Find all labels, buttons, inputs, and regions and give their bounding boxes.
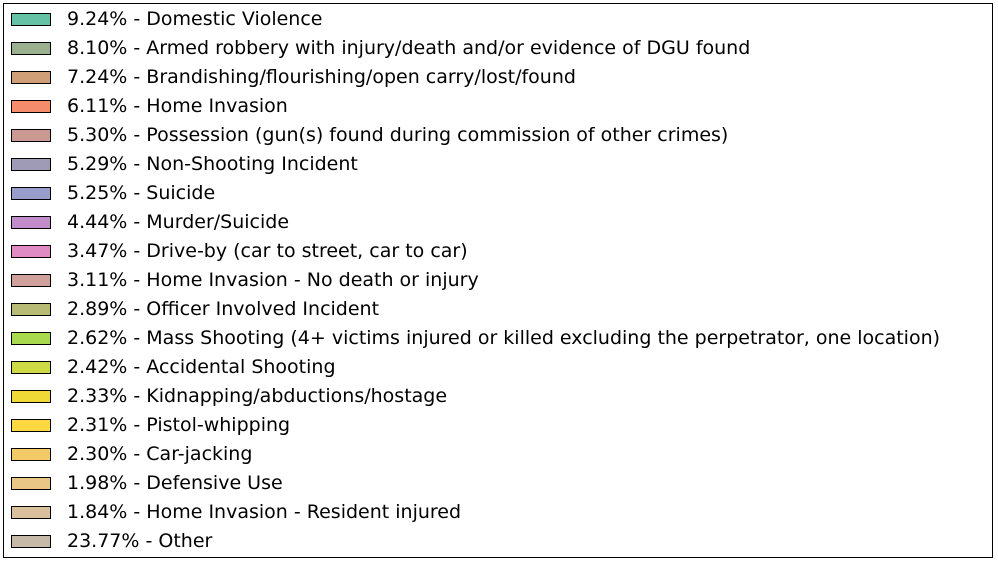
legend-entry: 2.89% - Officer Involved Incident xyxy=(4,295,990,324)
legend-label: 2.31% - Pistol-whipping xyxy=(67,414,291,436)
legend-swatch xyxy=(11,187,51,200)
legend-entry: 3.11% - Home Invasion - No death or inju… xyxy=(4,266,990,295)
legend-entry: 2.62% - Mass Shooting (4+ victims injure… xyxy=(4,324,990,353)
legend-swatch xyxy=(11,506,51,519)
legend-label: 4.44% - Murder/Suicide xyxy=(67,211,290,233)
legend-swatch xyxy=(11,42,51,55)
legend-label: 3.47% - Drive-by (car to street, car to … xyxy=(67,240,468,262)
legend-entry: 2.30% - Car-jacking xyxy=(4,440,990,469)
legend-swatch xyxy=(11,448,51,461)
legend-swatch xyxy=(11,129,51,142)
legend-swatch xyxy=(11,419,51,432)
legend-swatch xyxy=(11,216,51,229)
legend-entry: 3.47% - Drive-by (car to street, car to … xyxy=(4,237,990,266)
legend-label: 5.29% - Non-Shooting Incident xyxy=(67,153,358,175)
legend-entry: 7.24% - Brandishing/flourishing/open car… xyxy=(4,63,990,92)
legend-swatch xyxy=(11,245,51,258)
legend-label: 5.25% - Suicide xyxy=(67,182,216,204)
legend-label: 2.62% - Mass Shooting (4+ victims injure… xyxy=(67,327,941,349)
legend-label: 8.10% - Armed robbery with injury/death … xyxy=(67,37,751,59)
legend-label: 23.77% - Other xyxy=(67,530,213,552)
legend-swatch xyxy=(11,71,51,84)
legend-swatch xyxy=(11,158,51,171)
legend-label: 2.42% - Accidental Shooting xyxy=(67,356,336,378)
legend-label: 2.33% - Kidnapping/abductions/hostage xyxy=(67,385,448,407)
legend-label: 1.98% - Defensive Use xyxy=(67,472,283,494)
legend-swatch xyxy=(11,13,51,26)
legend-swatch xyxy=(11,332,51,345)
legend-label: 2.89% - Officer Involved Incident xyxy=(67,298,380,320)
legend-entry: 1.98% - Defensive Use xyxy=(4,469,990,498)
legend-entry: 2.33% - Kidnapping/abductions/hostage xyxy=(4,382,990,411)
legend-entry: 9.24% - Domestic Violence xyxy=(4,5,990,34)
legend-label: 6.11% - Home Invasion xyxy=(67,95,288,117)
legend-label: 9.24% - Domestic Violence xyxy=(67,8,323,30)
legend-entry: 2.42% - Accidental Shooting xyxy=(4,353,990,382)
legend-label: 2.30% - Car-jacking xyxy=(67,443,253,465)
legend-entry: 23.77% - Other xyxy=(4,527,990,556)
legend-label: 1.84% - Home Invasion - Resident injured xyxy=(67,501,462,523)
legend-swatch xyxy=(11,477,51,490)
legend-swatch xyxy=(11,535,51,548)
legend-label: 3.11% - Home Invasion - No death or inju… xyxy=(67,269,479,291)
legend-swatch xyxy=(11,100,51,113)
legend-swatch xyxy=(11,274,51,287)
legend-swatch xyxy=(11,390,51,403)
legend-label: 7.24% - Brandishing/flourishing/open car… xyxy=(67,66,576,88)
legend-entry: 5.25% - Suicide xyxy=(4,179,990,208)
legend-entry: 1.84% - Home Invasion - Resident injured xyxy=(4,498,990,527)
legend-swatch xyxy=(11,303,51,316)
legend-entry: 5.30% - Possession (gun(s) found during … xyxy=(4,121,990,150)
legend-swatch xyxy=(11,361,51,374)
legend-entry: 4.44% - Murder/Suicide xyxy=(4,208,990,237)
legend-label: 5.30% - Possession (gun(s) found during … xyxy=(67,124,729,146)
legend-entry: 5.29% - Non-Shooting Incident xyxy=(4,150,990,179)
legend: 9.24% - Domestic Violence 8.10% - Armed r… xyxy=(3,3,993,558)
legend-entry: 6.11% - Home Invasion xyxy=(4,92,990,121)
legend-entry: 2.31% - Pistol-whipping xyxy=(4,411,990,440)
legend-entry: 8.10% - Armed robbery with injury/death … xyxy=(4,34,990,63)
